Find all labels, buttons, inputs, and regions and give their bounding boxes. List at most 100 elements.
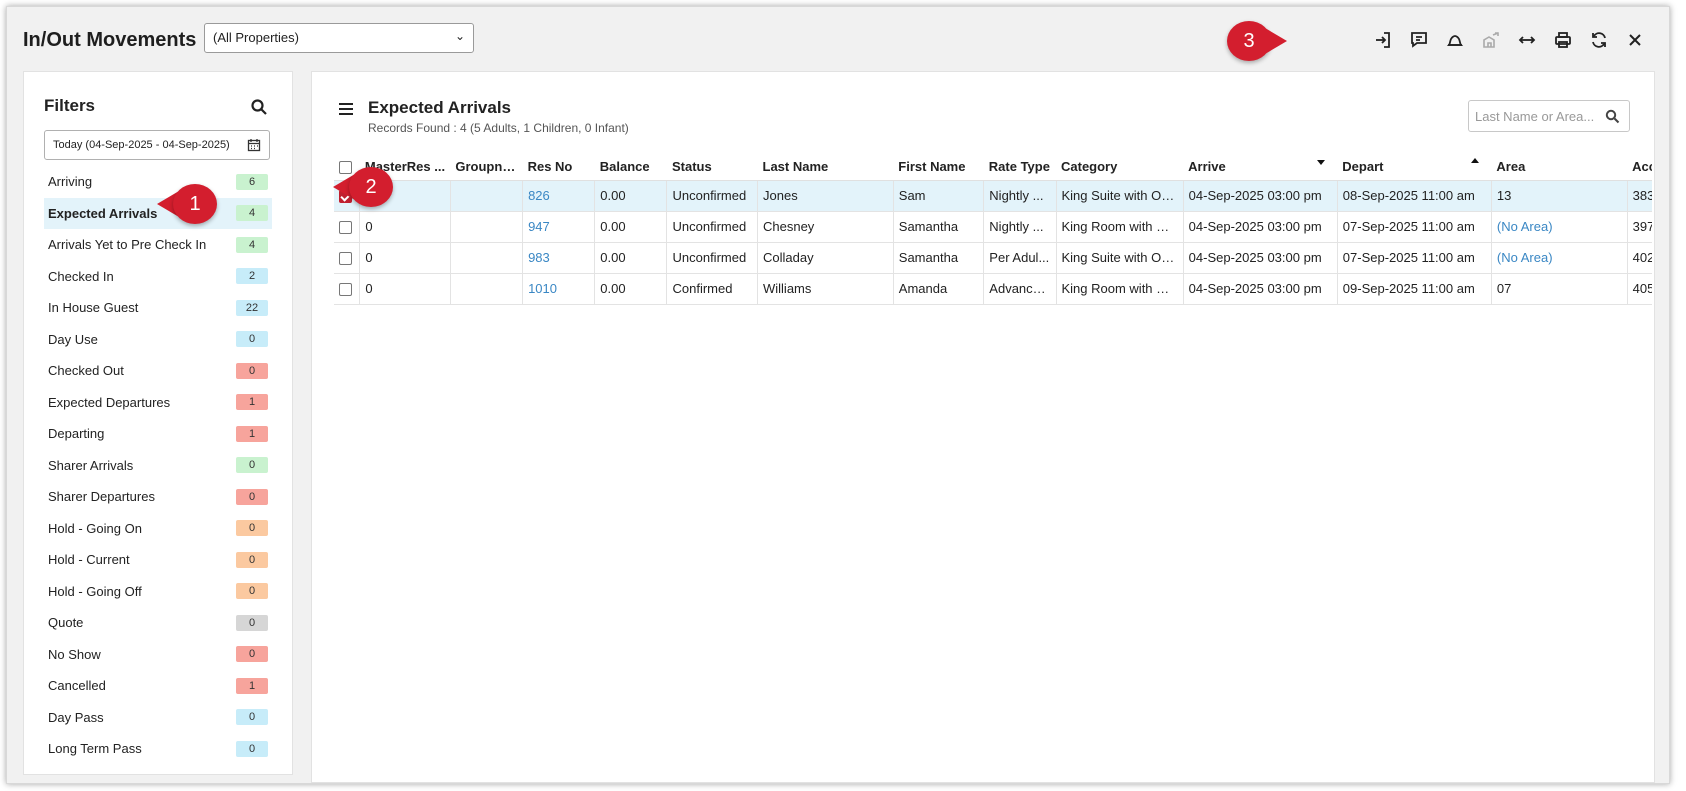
filter-item[interactable]: Expected Departures 1 xyxy=(44,387,272,419)
calendar-icon[interactable] xyxy=(247,138,261,152)
cell-resno[interactable]: 826 xyxy=(522,180,596,212)
cell-arrive: 04-Sep-2025 03:00 pm xyxy=(1183,180,1338,212)
column-header[interactable]: Category xyxy=(1056,154,1184,181)
filters-panel: Filters Today (04-Sep-2025 - 04-Sep-2025… xyxy=(23,71,293,775)
cell-area[interactable]: (No Area) xyxy=(1491,211,1628,243)
property-select[interactable]: (All Properties) ⌄ xyxy=(204,23,474,53)
column-header[interactable]: Last Name xyxy=(757,154,894,181)
search-icon[interactable] xyxy=(250,98,268,116)
filter-item[interactable]: Long Term Pass 0 xyxy=(44,733,272,765)
column-header[interactable]: Depart xyxy=(1337,154,1492,181)
search-input[interactable]: Last Name or Area... xyxy=(1468,100,1630,132)
column-header[interactable]: Rate Type xyxy=(983,154,1056,181)
column-header[interactable]: Acc xyxy=(1627,154,1652,181)
callout-1: 1 xyxy=(157,184,217,224)
count-badge: 4 xyxy=(236,205,268,222)
cell-depart: 07-Sep-2025 11:00 am xyxy=(1337,242,1492,274)
count-badge: 0 xyxy=(236,614,268,631)
row-checkbox[interactable] xyxy=(339,252,352,266)
filter-item[interactable]: Hold - Going On 0 xyxy=(44,513,272,545)
filter-item[interactable]: Day Use 0 xyxy=(44,324,272,356)
filter-item[interactable]: Day Pass 0 xyxy=(44,702,272,734)
cell-area[interactable]: (No Area) xyxy=(1491,242,1628,274)
count-badge: 0 xyxy=(236,331,268,348)
cell-last: Chesney xyxy=(757,211,894,243)
row-select-cell[interactable] xyxy=(334,242,361,274)
column-header[interactable]: Balance xyxy=(594,154,667,181)
filter-item[interactable]: In House Guest 22 xyxy=(44,292,272,324)
filter-item[interactable]: Sharer Arrivals 0 xyxy=(44,450,272,482)
print-icon[interactable] xyxy=(1545,27,1581,53)
refresh-icon[interactable] xyxy=(1581,27,1617,53)
top-bar: In/Out Movements (All Properties) ⌄ 3 xyxy=(7,7,1669,69)
cell-first: Amanda xyxy=(893,273,985,305)
cell-rate: Per Adul... xyxy=(983,242,1057,274)
callout-2: 2 xyxy=(333,167,393,207)
close-icon[interactable] xyxy=(1617,27,1653,53)
filter-item[interactable]: Checked Out 0 xyxy=(44,355,272,387)
filter-item[interactable]: Cancelled 1 xyxy=(44,670,272,702)
room-move-icon[interactable] xyxy=(1473,27,1509,53)
filter-item-label: Arriving xyxy=(48,174,93,190)
row-select-cell[interactable] xyxy=(334,273,361,305)
row-checkbox[interactable] xyxy=(339,221,352,235)
cell-first: Sam xyxy=(893,180,985,212)
filter-item[interactable]: Hold - Current 0 xyxy=(44,544,272,576)
cell-resno[interactable]: 983 xyxy=(522,242,596,274)
check-in-icon[interactable] xyxy=(1365,27,1401,53)
resize-icon[interactable] xyxy=(1509,27,1545,53)
cell-arrive: 04-Sep-2025 03:00 pm xyxy=(1183,242,1338,274)
column-header[interactable]: Groupna... xyxy=(450,154,523,181)
count-badge: 0 xyxy=(236,583,268,600)
column-header[interactable]: Status xyxy=(666,154,758,181)
cell-rate: Nightly ... xyxy=(983,180,1057,212)
filter-item[interactable]: Sharer Departures 0 xyxy=(44,481,272,513)
filter-item-label: Cancelled xyxy=(48,678,106,694)
date-range-picker[interactable]: Today (04-Sep-2025 - 04-Sep-2025) xyxy=(44,130,270,160)
filter-item[interactable]: No Show 0 xyxy=(44,639,272,671)
table-row[interactable]: 0 983 0.00 Unconfirmed Colladay Samantha Per A… xyxy=(334,242,1652,274)
count-badge: 0 xyxy=(236,362,268,379)
search-icon[interactable] xyxy=(1605,109,1620,124)
filter-item-label: Sharer Departures xyxy=(48,489,155,505)
filter-item-label: Day Use xyxy=(48,331,98,347)
cell-first: Samantha xyxy=(893,211,985,243)
toolbar xyxy=(1365,27,1653,53)
count-badge: 6 xyxy=(236,173,268,190)
table-row[interactable]: 0 1010 0.00 Confirmed Williams Amanda Advance.… xyxy=(334,273,1652,305)
cell-category: King Suite with Oc... xyxy=(1056,180,1184,212)
menu-icon[interactable] xyxy=(338,102,354,116)
filter-item-label: Hold - Going Off xyxy=(48,583,142,599)
cell-group xyxy=(450,180,524,212)
column-header[interactable]: Res No xyxy=(522,154,595,181)
table-body: 826 0.00 Unconfirmed Jones Sam Nightly ... Kin… xyxy=(334,180,1652,305)
filter-item[interactable]: Checked In 2 xyxy=(44,261,272,293)
table-row[interactable]: 826 0.00 Unconfirmed Jones Sam Nightly ... Kin… xyxy=(334,180,1652,212)
count-badge: 2 xyxy=(236,268,268,285)
cell-resno[interactable]: 1010 xyxy=(522,273,596,305)
bell-icon[interactable] xyxy=(1437,27,1473,53)
filter-item[interactable]: Arrivals Yet to Pre Check In 4 xyxy=(44,229,272,261)
column-header[interactable]: Arrive xyxy=(1183,154,1338,181)
column-header[interactable]: Area xyxy=(1491,154,1628,181)
row-select-cell[interactable] xyxy=(334,211,361,243)
filter-item[interactable]: Hold - Going Off 0 xyxy=(44,576,272,608)
message-icon[interactable] xyxy=(1401,27,1437,53)
property-select-value: (All Properties) xyxy=(213,30,299,45)
count-badge: 0 xyxy=(236,646,268,663)
column-header[interactable]: First Name xyxy=(893,154,984,181)
cell-resno[interactable]: 947 xyxy=(522,211,596,243)
row-checkbox[interactable] xyxy=(339,283,352,297)
cell-last: Jones xyxy=(757,180,894,212)
count-badge: 0 xyxy=(236,551,268,568)
filter-item[interactable]: Departing 1 xyxy=(44,418,272,450)
count-badge: 0 xyxy=(236,520,268,537)
filter-item[interactable]: Quote 0 xyxy=(44,607,272,639)
section-title: Expected Arrivals xyxy=(368,98,511,117)
cell-first: Samantha xyxy=(893,242,985,274)
cell-area: 07 xyxy=(1491,273,1628,305)
table-row[interactable]: 0 947 0.00 Unconfirmed Chesney Samantha Nightl… xyxy=(334,211,1652,243)
count-badge: 22 xyxy=(236,299,268,316)
count-badge: 0 xyxy=(236,457,268,474)
records-found: Records Found : 4 (5 Adults, 1 Children,… xyxy=(368,121,629,135)
